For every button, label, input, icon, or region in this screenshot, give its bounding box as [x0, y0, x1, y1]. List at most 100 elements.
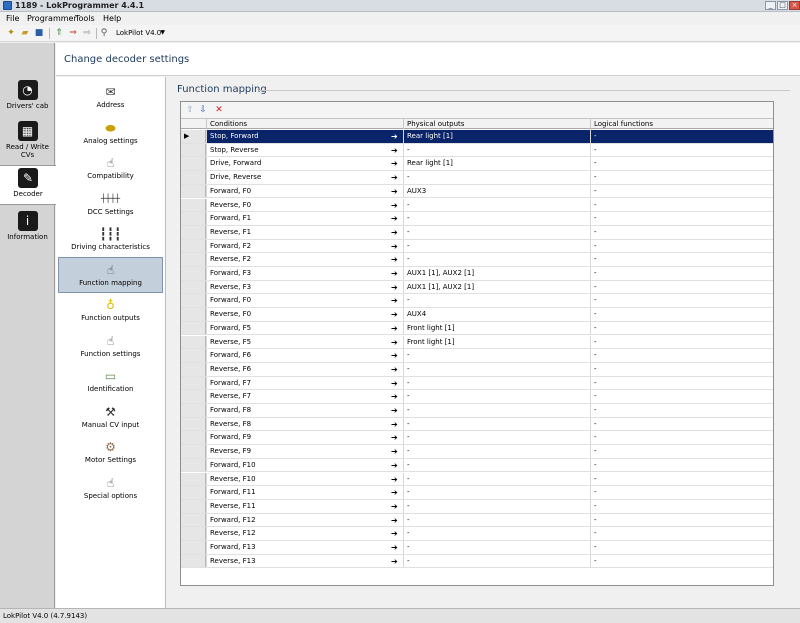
condition-cell[interactable]: Forward, F5 — [206, 321, 403, 335]
logical-functions-cell[interactable]: - — [590, 157, 773, 171]
row-selector[interactable] — [181, 362, 206, 376]
condition-cell[interactable]: Stop, Reverse — [206, 143, 403, 157]
logical-functions-cell[interactable]: - — [590, 225, 773, 239]
table-row[interactable]: Reverse, F11 ➔ - - — [181, 499, 773, 514]
logical-functions-cell[interactable]: - — [590, 554, 773, 568]
table-row[interactable]: Drive, Reverse ➔ - - — [181, 171, 773, 185]
logical-functions-cell[interactable]: - — [590, 499, 773, 513]
row-selector[interactable] — [181, 404, 206, 417]
condition-cell[interactable]: Stop, Forward — [206, 130, 403, 143]
subnav-function-outputs[interactable]: ♁ Function outputs — [58, 293, 163, 329]
logical-functions-cell[interactable]: - — [590, 404, 773, 417]
physical-outputs-cell[interactable]: - — [403, 349, 590, 362]
physical-outputs-cell[interactable]: Front light [1] — [403, 321, 590, 335]
table-row[interactable]: Reverse, F2 ➔ - - — [181, 253, 773, 267]
logical-functions-cell[interactable]: - — [590, 321, 773, 335]
row-selector[interactable] — [181, 157, 206, 171]
row-selector[interactable] — [181, 184, 206, 198]
condition-cell[interactable]: Reverse, F13 — [206, 554, 403, 568]
condition-cell[interactable]: Reverse, F8 — [206, 417, 403, 431]
subnav-dcc-settings[interactable]: ┼┼┼┼ DCC Settings — [58, 187, 163, 223]
nav-read-write-cvs[interactable]: ▦ Read / Write CVs — [0, 119, 55, 163]
row-selector[interactable] — [181, 554, 206, 568]
row-selector[interactable] — [181, 198, 206, 212]
physical-outputs-cell[interactable]: - — [403, 253, 590, 266]
logical-functions-cell[interactable]: - — [590, 472, 773, 486]
physical-outputs-cell[interactable]: - — [403, 376, 590, 390]
row-selector[interactable] — [181, 486, 206, 499]
subnav-compatibility[interactable]: ☝ Compatibility — [58, 151, 163, 187]
logical-functions-cell[interactable]: - — [590, 171, 773, 184]
logical-functions-cell[interactable]: - — [590, 486, 773, 499]
table-row[interactable]: Forward, F5 ➔ Front light [1] - — [181, 321, 773, 336]
physical-outputs-cell[interactable]: - — [403, 171, 590, 184]
row-selector[interactable] — [181, 376, 206, 390]
row-selector[interactable] — [181, 253, 206, 266]
row-selector[interactable] — [181, 390, 206, 403]
new-file-icon[interactable]: ✦ — [6, 28, 16, 38]
row-selector[interactable] — [181, 212, 206, 225]
row-selector[interactable] — [181, 349, 206, 362]
condition-cell[interactable]: Forward, F7 — [206, 376, 403, 390]
condition-cell[interactable]: Drive, Forward — [206, 157, 403, 171]
logical-functions-cell[interactable]: - — [590, 362, 773, 376]
table-row[interactable]: ▶ Stop, Forward ➔ Rear light [1] - — [181, 130, 773, 144]
physical-outputs-cell[interactable]: AUX1 [1], AUX2 [1] — [403, 280, 590, 294]
table-row[interactable]: Stop, Reverse ➔ - - — [181, 143, 773, 158]
subnav-special-options[interactable]: ☝ Special options — [58, 471, 163, 507]
subnav-address[interactable]: ✉ Address — [58, 80, 163, 116]
condition-cell[interactable]: Forward, F8 — [206, 404, 403, 417]
physical-outputs-cell[interactable]: - — [403, 458, 590, 472]
logical-functions-cell[interactable]: - — [590, 212, 773, 225]
physical-outputs-cell[interactable]: - — [403, 198, 590, 212]
condition-cell[interactable]: Reverse, F2 — [206, 253, 403, 266]
table-row[interactable]: Reverse, F10 ➔ - - — [181, 472, 773, 487]
table-row[interactable]: Reverse, F12 ➔ - - — [181, 527, 773, 541]
row-selector[interactable] — [181, 513, 206, 527]
physical-outputs-cell[interactable]: - — [403, 362, 590, 376]
logical-functions-cell[interactable]: - — [590, 527, 773, 540]
table-row[interactable]: Forward, F1 ➔ - - — [181, 212, 773, 226]
logical-functions-cell[interactable]: - — [590, 294, 773, 308]
condition-cell[interactable]: Forward, F12 — [206, 513, 403, 527]
row-selector[interactable] — [181, 171, 206, 184]
row-selector[interactable] — [181, 445, 206, 458]
delete-icon[interactable]: ✕ — [214, 105, 224, 115]
physical-outputs-cell[interactable]: Front light [1] — [403, 335, 590, 349]
logical-functions-cell[interactable]: - — [590, 390, 773, 403]
row-selector[interactable] — [181, 472, 206, 486]
table-row[interactable]: Reverse, F0 ➔ AUX4- — [181, 308, 773, 322]
condition-cell[interactable]: Reverse, F1 — [206, 225, 403, 239]
condition-cell[interactable]: Reverse, F12 — [206, 527, 403, 540]
maximize-button[interactable]: □ — [777, 1, 788, 10]
table-row[interactable]: Forward, F7 ➔ - - — [181, 376, 773, 391]
row-selector[interactable] — [181, 541, 206, 554]
logical-functions-cell[interactable]: - — [590, 198, 773, 212]
physical-outputs-cell[interactable]: - — [403, 212, 590, 225]
row-selector[interactable] — [181, 527, 206, 540]
table-row[interactable]: Forward, F8 ➔ - - — [181, 404, 773, 418]
minimize-button[interactable]: _ — [765, 1, 776, 10]
nav-decoder[interactable]: ✎ Decoder — [0, 165, 56, 205]
condition-cell[interactable]: Reverse, F11 — [206, 499, 403, 513]
physical-outputs-cell[interactable]: - — [403, 499, 590, 513]
physical-outputs-cell[interactable]: - — [403, 294, 590, 308]
physical-outputs-cell[interactable]: - — [403, 404, 590, 417]
physical-outputs-cell[interactable]: - — [403, 554, 590, 568]
condition-cell[interactable]: Reverse, F0 — [206, 198, 403, 212]
table-row[interactable]: Forward, F0 ➔ AUX3- — [181, 184, 773, 199]
table-row[interactable]: Forward, F12 ➔ - - — [181, 513, 773, 528]
logical-functions-cell[interactable]: - — [590, 184, 773, 198]
physical-outputs-cell[interactable]: Rear light [1] — [403, 157, 590, 171]
condition-cell[interactable]: Reverse, F0 — [206, 308, 403, 321]
logical-functions-cell[interactable]: - — [590, 280, 773, 294]
physical-outputs-cell[interactable]: - — [403, 472, 590, 486]
transfer-icon[interactable]: ⇨ — [82, 28, 92, 38]
row-selector[interactable] — [181, 280, 206, 294]
menu-programmer[interactable]: Programmer — [27, 12, 77, 25]
condition-cell[interactable]: Drive, Reverse — [206, 171, 403, 184]
column-conditions[interactable]: Conditions — [206, 119, 403, 129]
read-decoder-icon[interactable]: ⇑ — [54, 28, 64, 38]
row-selector[interactable] — [181, 417, 206, 431]
physical-outputs-cell[interactable]: - — [403, 445, 590, 458]
